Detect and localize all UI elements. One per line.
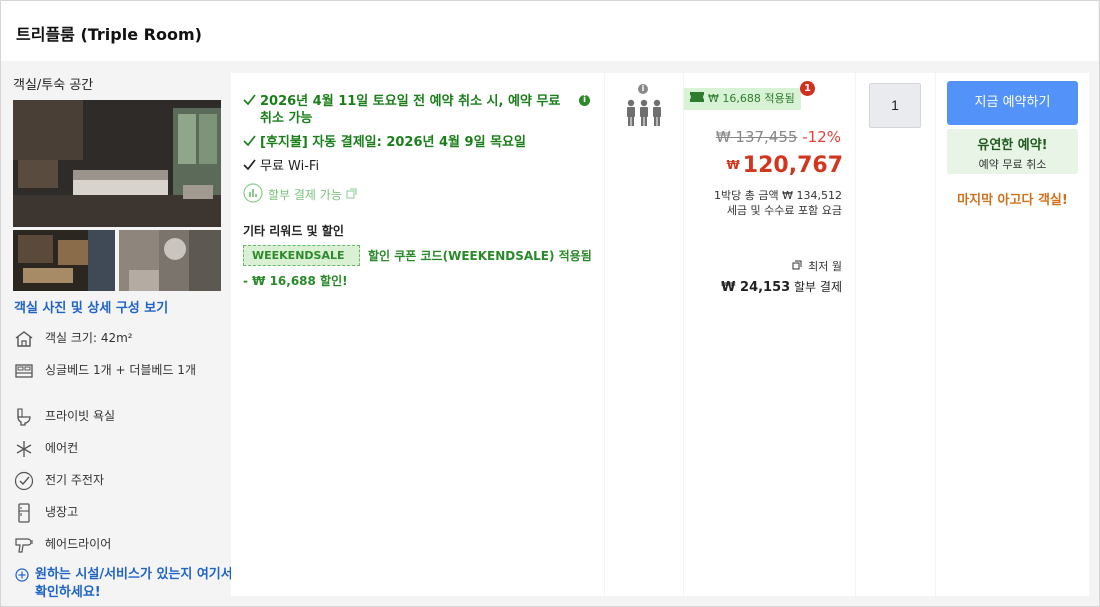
snowflake-icon bbox=[13, 439, 35, 459]
original-price-amount: ₩ 137,455 bbox=[715, 128, 798, 146]
rewards-title: 기타 리워드 및 할인 bbox=[243, 224, 344, 238]
room-photo-thumb-2[interactable] bbox=[119, 230, 221, 291]
room-section-title: 객실/투숙 공간 bbox=[13, 78, 94, 93]
discount-percent: -12% bbox=[802, 128, 841, 146]
room-photo-thumb-1[interactable] bbox=[13, 230, 115, 291]
min-monthly-label[interactable]: 최저 월 bbox=[792, 258, 842, 274]
amenity-label: 프라이빗 욕실 bbox=[45, 409, 116, 423]
house-icon bbox=[13, 329, 35, 349]
conditions-column: 2026년 4월 11일 토요일 전 예약 취소 시, 예약 무료 취소 가능 … bbox=[231, 73, 604, 596]
facility-check-link[interactable]: 원하는 시설/서비스가 있는지 여기서 확인하세요! bbox=[15, 566, 235, 602]
toilet-icon bbox=[13, 407, 35, 427]
amenity-label: 객실 크기: 42m² bbox=[45, 331, 133, 345]
last-room-notice: 마지막 아고다 객실! bbox=[957, 193, 1068, 208]
guests-icon bbox=[625, 99, 663, 131]
room-title: 트리플룸 (Triple Room) bbox=[16, 25, 202, 44]
book-now-button[interactable]: 지금 예약하기 bbox=[947, 81, 1078, 125]
room-header: 트리플룸 (Triple Room) bbox=[1, 1, 1098, 61]
free-cancel-text: 2026년 4월 11일 토요일 전 예약 취소 시, 예약 무료 취소 가능 bbox=[260, 94, 561, 126]
autopay-text: [후지불] 자동 결제일: 2026년 4월 9일 목요일 bbox=[260, 135, 526, 150]
external-link-icon bbox=[792, 260, 806, 273]
amenity-item: 냉장고 bbox=[13, 503, 223, 523]
final-price: ₩120,767 bbox=[727, 153, 843, 178]
amenity-item: 싱글베드 1개 + 더블베드 1개 bbox=[13, 361, 223, 381]
wifi-text: 무료 Wi-Fi bbox=[260, 159, 320, 174]
installment-icon bbox=[243, 183, 263, 206]
room-info-column: 객실/투숙 공간 객실 사진 및 상세 구성 보기 객실 크기: 42m² 싱글… bbox=[1, 62, 233, 606]
per-night-total: 1박당 총 금액 ₩ 134,512 bbox=[714, 189, 842, 202]
applied-count-badge: 1 bbox=[800, 81, 815, 96]
tax-note: 세금 및 수수료 포함 요금 bbox=[726, 204, 842, 217]
room-photos-link[interactable]: 객실 사진 및 상세 구성 보기 bbox=[14, 297, 168, 316]
room-photo-main[interactable] bbox=[13, 100, 221, 227]
kettle-icon bbox=[13, 471, 35, 491]
amenity-label: 에어컨 bbox=[45, 441, 79, 455]
original-price: ₩ 137,455 -12% bbox=[716, 128, 841, 146]
min-month-text: 최저 월 bbox=[808, 260, 842, 273]
amenity-label: 전기 주전자 bbox=[45, 473, 105, 487]
info-icon[interactable]: i bbox=[579, 95, 590, 106]
coupon-code-badge: WEEKENDSALE bbox=[243, 245, 360, 266]
free-cancel-condition: 2026년 4월 11일 토요일 전 예약 취소 시, 예약 무료 취소 가능 bbox=[243, 93, 573, 127]
wifi-condition: 무료 Wi-Fi bbox=[243, 158, 543, 176]
installment-option[interactable]: 할부 결제 가능 bbox=[243, 183, 357, 206]
applied-label: ₩ 16,688 적용됨 bbox=[708, 92, 795, 105]
discount-amount: - ₩ 16,688 할인! bbox=[243, 274, 348, 288]
amenity-item: 헤어드라이어 bbox=[13, 535, 223, 555]
quantity-column: 1 bbox=[856, 73, 935, 596]
check-icon bbox=[243, 158, 260, 176]
fridge-icon bbox=[13, 503, 35, 523]
booking-column: 지금 예약하기 유연한 예약! 예약 무료 취소 마지막 아고다 객실! bbox=[936, 73, 1089, 596]
amenity-item: 프라이빗 욕실 bbox=[13, 407, 223, 427]
bed-icon bbox=[13, 361, 35, 381]
currency-symbol: ₩ bbox=[726, 158, 740, 172]
hairdryer-icon bbox=[13, 535, 35, 555]
installment-text: 할부 결제 가능 bbox=[268, 188, 342, 202]
ticket-icon bbox=[690, 88, 704, 110]
flexible-booking-subtitle: 예약 무료 취소 bbox=[978, 158, 1047, 171]
amenity-label: 싱글베드 1개 + 더블베드 1개 bbox=[45, 363, 196, 377]
room-quantity-select[interactable]: 1 bbox=[869, 83, 921, 128]
monthly-installment: ₩ 24,153 할부 결제 bbox=[721, 278, 842, 295]
check-icon bbox=[243, 134, 260, 152]
amenity-item: 전기 주전자 bbox=[13, 471, 223, 491]
amenity-label: 냉장고 bbox=[45, 505, 79, 519]
amenity-item: 에어컨 bbox=[13, 439, 223, 459]
facility-link-label: 원하는 시설/서비스가 있는지 여기서 확인하세요! bbox=[35, 567, 233, 600]
coupon-applied-tag: ₩ 16,688 적용됨 bbox=[684, 88, 801, 110]
occupancy-column: i bbox=[605, 73, 683, 596]
occupancy-info-icon[interactable]: i bbox=[638, 84, 648, 94]
coupon-applied-text: 할인 쿠폰 코드(WEEKENDSALE) 적용됨 bbox=[368, 249, 592, 263]
plus-circle-icon bbox=[15, 566, 29, 602]
external-link-icon bbox=[346, 188, 357, 202]
monthly-amount: ₩ 24,153 bbox=[721, 280, 791, 295]
monthly-suffix: 할부 결제 bbox=[794, 280, 842, 294]
flexible-booking-title: 유연한 예약! bbox=[977, 138, 1048, 153]
final-price-amount: 120,767 bbox=[742, 153, 843, 178]
check-icon bbox=[243, 93, 260, 127]
amenity-item: 객실 크기: 42m² bbox=[13, 329, 223, 349]
autopay-condition: [후지불] 자동 결제일: 2026년 4월 9일 목요일 bbox=[243, 134, 583, 152]
amenity-label: 헤어드라이어 bbox=[45, 537, 112, 551]
price-column: ₩ 16,688 적용됨 1 ₩ 137,455 -12% ₩120,767 1… bbox=[684, 73, 855, 596]
flexible-booking-box: 유연한 예약! 예약 무료 취소 bbox=[947, 129, 1078, 174]
